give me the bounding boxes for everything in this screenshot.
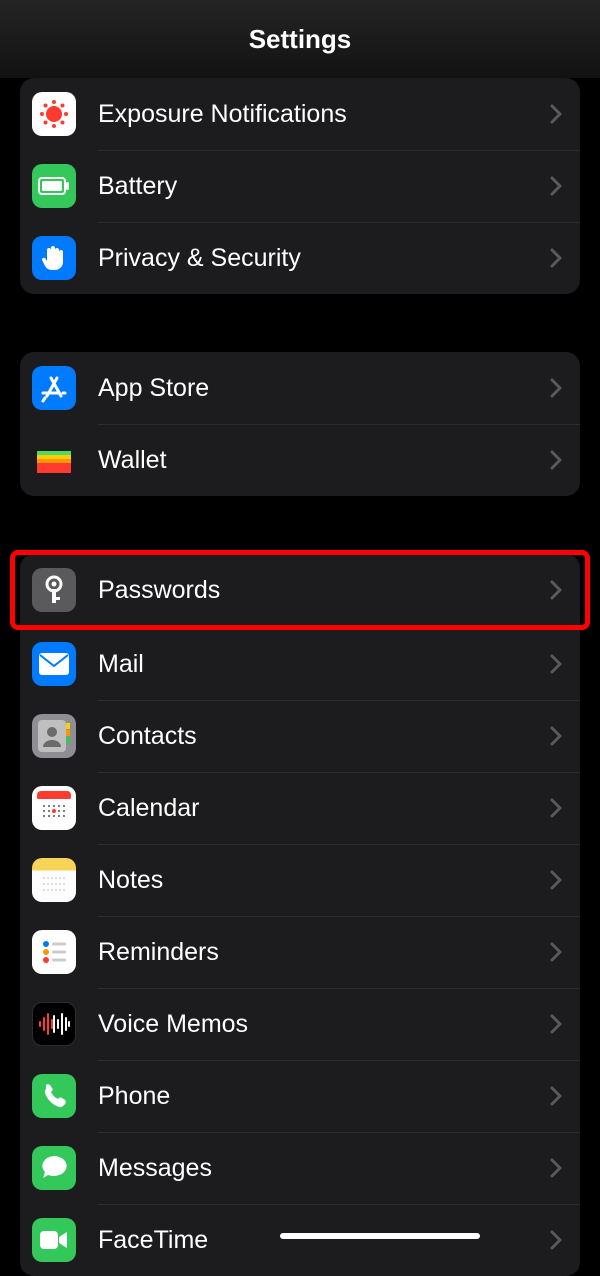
- highlight-box: Passwords: [12, 552, 588, 628]
- hand-icon: [32, 236, 76, 280]
- messages-icon: [32, 1146, 76, 1190]
- battery-icon: [32, 164, 76, 208]
- chevron-right-icon: [550, 104, 562, 124]
- chevron-right-icon: [550, 1158, 562, 1178]
- row-contacts[interactable]: Contacts: [20, 700, 580, 772]
- row-label: Contacts: [98, 722, 550, 751]
- row-reminders[interactable]: Reminders: [20, 916, 580, 988]
- row-phone[interactable]: Phone: [20, 1060, 580, 1132]
- facetime-icon: [32, 1218, 76, 1262]
- page-title: Settings: [249, 24, 352, 55]
- row-label: Calendar: [98, 794, 550, 823]
- row-exposure-notifications[interactable]: Exposure Notifications: [20, 78, 580, 150]
- voice-memos-icon: [32, 1002, 76, 1046]
- row-passwords[interactable]: Passwords: [20, 554, 580, 626]
- chevron-right-icon: [550, 176, 562, 196]
- row-messages[interactable]: Messages: [20, 1132, 580, 1204]
- key-icon: [32, 568, 76, 612]
- row-label: Exposure Notifications: [98, 100, 550, 129]
- calendar-icon: [32, 786, 76, 830]
- row-label: FaceTime: [98, 1226, 550, 1255]
- row-label: Notes: [98, 866, 550, 895]
- row-label: Phone: [98, 1082, 550, 1111]
- row-facetime[interactable]: FaceTime: [20, 1204, 580, 1276]
- chevron-right-icon: [550, 1014, 562, 1034]
- row-notes[interactable]: Notes: [20, 844, 580, 916]
- settings-group-store: App Store Wallet: [20, 352, 580, 496]
- chevron-right-icon: [550, 378, 562, 398]
- row-voice-memos[interactable]: Voice Memos: [20, 988, 580, 1060]
- row-calendar[interactable]: Calendar: [20, 772, 580, 844]
- row-label: Privacy & Security: [98, 244, 550, 273]
- settings-scroll[interactable]: Exposure Notifications Battery Privacy &…: [0, 78, 600, 1276]
- settings-group-apps-top: Passwords: [20, 554, 580, 626]
- row-label: Messages: [98, 1154, 550, 1183]
- phone-icon: [32, 1074, 76, 1118]
- contacts-icon: [32, 714, 76, 758]
- row-label: Wallet: [98, 446, 550, 475]
- row-privacy-security[interactable]: Privacy & Security: [20, 222, 580, 294]
- chevron-right-icon: [550, 1230, 562, 1250]
- chevron-right-icon: [550, 450, 562, 470]
- row-label: Voice Memos: [98, 1010, 550, 1039]
- row-label: App Store: [98, 374, 550, 403]
- exposure-notifications-icon: [32, 92, 76, 136]
- chevron-right-icon: [550, 942, 562, 962]
- chevron-right-icon: [550, 798, 562, 818]
- mail-icon: [32, 642, 76, 686]
- wallet-icon: [32, 438, 76, 482]
- app-store-icon: [32, 366, 76, 410]
- header: Settings: [0, 0, 600, 78]
- settings-group-apps: Mail Contacts Calendar Notes: [20, 628, 580, 1276]
- chevron-right-icon: [550, 580, 562, 600]
- chevron-right-icon: [550, 248, 562, 268]
- reminders-icon: [32, 930, 76, 974]
- row-label: Mail: [98, 650, 550, 679]
- chevron-right-icon: [550, 1086, 562, 1106]
- settings-group-system: Exposure Notifications Battery Privacy &…: [20, 78, 580, 294]
- row-label: Reminders: [98, 938, 550, 967]
- chevron-right-icon: [550, 870, 562, 890]
- row-mail[interactable]: Mail: [20, 628, 580, 700]
- chevron-right-icon: [550, 654, 562, 674]
- row-label: Battery: [98, 172, 550, 201]
- chevron-right-icon: [550, 726, 562, 746]
- row-wallet[interactable]: Wallet: [20, 424, 580, 496]
- home-indicator[interactable]: [280, 1233, 480, 1239]
- row-app-store[interactable]: App Store: [20, 352, 580, 424]
- notes-icon: [32, 858, 76, 902]
- row-battery[interactable]: Battery: [20, 150, 580, 222]
- row-label: Passwords: [98, 576, 550, 605]
